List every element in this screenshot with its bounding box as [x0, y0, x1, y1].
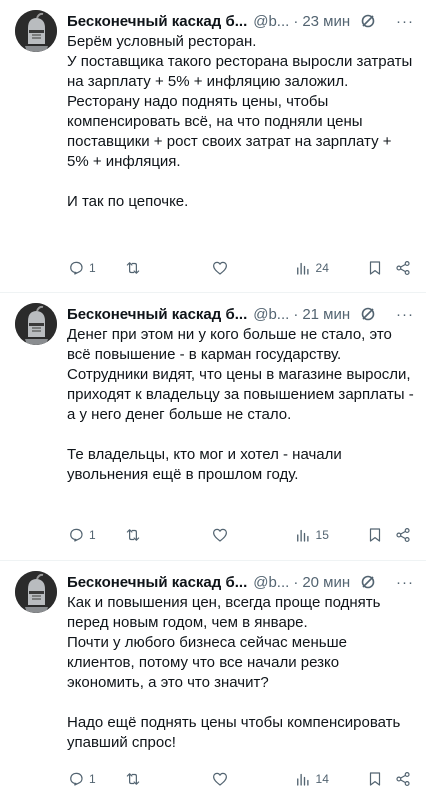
more-options-icon[interactable]: ···	[396, 13, 416, 30]
author-name[interactable]: Бесконечный каскад б...	[67, 574, 247, 591]
knight-helmet-icon	[15, 10, 57, 52]
grok-icon[interactable]	[360, 306, 376, 322]
tweet[interactable]: Бесконечный каскад б... @b... · 23 мин ·…	[0, 0, 426, 292]
reply-count: 1	[89, 261, 96, 275]
views-count: 24	[315, 261, 329, 275]
retweet-button[interactable]	[124, 770, 211, 788]
views-chart-icon	[296, 773, 309, 786]
reply-button[interactable]: 1	[67, 770, 124, 788]
separator: ·	[293, 12, 299, 30]
feed: Бесконечный каскад б... @b... · 23 мин ·…	[0, 0, 426, 800]
views-button[interactable]: 14	[294, 770, 367, 788]
separator: ·	[293, 305, 299, 323]
heart-icon	[212, 772, 227, 786]
views-count: 15	[315, 528, 329, 542]
bookmark-button[interactable]	[366, 770, 394, 788]
bookmark-button[interactable]	[366, 259, 394, 277]
avatar[interactable]	[15, 571, 57, 613]
retweet-button[interactable]	[124, 526, 211, 544]
bookmark-button[interactable]	[366, 526, 394, 544]
views-chart-icon	[296, 529, 309, 542]
avatar[interactable]	[15, 10, 57, 52]
grok-icon[interactable]	[360, 574, 376, 590]
tweet[interactable]: Бесконечный каскад б... @b... · 21 мин ·…	[0, 292, 426, 560]
reply-button[interactable]: 1	[67, 526, 124, 544]
tweet[interactable]: Бесконечный каскад б... @b... · 20 мин ·…	[0, 560, 426, 800]
views-chart-icon	[296, 262, 309, 275]
heart-icon	[212, 261, 227, 275]
reply-icon	[70, 261, 83, 275]
like-button[interactable]	[211, 526, 294, 544]
tweet-actions: 1 14	[67, 769, 412, 789]
reply-count: 1	[89, 772, 96, 786]
retweet-icon	[126, 529, 140, 541]
share-button[interactable]	[394, 259, 412, 277]
more-options-icon[interactable]: ···	[396, 306, 416, 323]
author-handle[interactable]: @b...	[253, 13, 289, 30]
reply-button[interactable]: 1	[67, 259, 124, 277]
timestamp[interactable]: 23 мин	[302, 13, 350, 30]
tweet-actions: 1 24	[67, 258, 412, 278]
timestamp[interactable]: 20 мин	[302, 574, 350, 591]
share-button[interactable]	[394, 526, 412, 544]
like-button[interactable]	[211, 259, 294, 277]
views-button[interactable]: 15	[294, 526, 367, 544]
reply-icon	[70, 772, 83, 786]
tweet-text: Как и повышения цен, всегда проще поднят…	[67, 594, 401, 751]
reply-icon	[70, 528, 83, 542]
share-icon	[396, 528, 410, 542]
avatar[interactable]	[15, 303, 57, 345]
share-button[interactable]	[394, 770, 412, 788]
tweet-text: Денег при этом ни у кого больше не стало…	[67, 326, 414, 483]
views-button[interactable]: 24	[294, 259, 367, 277]
bookmark-icon	[370, 772, 381, 786]
retweet-button[interactable]	[124, 259, 211, 277]
share-icon	[396, 772, 410, 786]
retweet-icon	[126, 262, 140, 274]
timestamp[interactable]: 21 мин	[302, 306, 350, 323]
more-options-icon[interactable]: ···	[396, 574, 416, 591]
knight-helmet-icon	[15, 303, 57, 345]
author-handle[interactable]: @b...	[253, 306, 289, 323]
author-name[interactable]: Бесконечный каскад б...	[67, 306, 247, 323]
knight-helmet-icon	[15, 571, 57, 613]
tweet-actions: 1 15	[67, 525, 412, 545]
separator: ·	[293, 573, 299, 591]
author-name[interactable]: Бесконечный каскад б...	[67, 13, 247, 30]
bookmark-icon	[370, 261, 381, 275]
heart-icon	[212, 528, 227, 542]
author-handle[interactable]: @b...	[253, 574, 289, 591]
bookmark-icon	[370, 528, 381, 542]
like-button[interactable]	[211, 770, 294, 788]
views-count: 14	[315, 772, 329, 786]
grok-icon[interactable]	[360, 13, 376, 29]
reply-count: 1	[89, 528, 96, 542]
tweet-text: Берём условный ресторан. У поставщика та…	[67, 33, 413, 210]
retweet-icon	[126, 773, 140, 785]
share-icon	[396, 261, 410, 275]
